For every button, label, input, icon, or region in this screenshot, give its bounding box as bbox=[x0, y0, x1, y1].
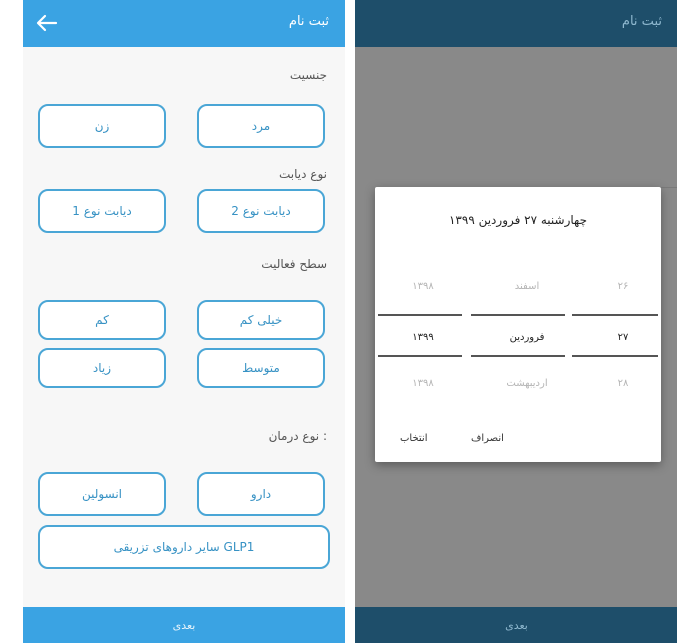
next-button[interactable]: بعدی bbox=[355, 607, 677, 643]
cancel-button[interactable]: انصراف bbox=[471, 433, 504, 444]
registration-screen: ثبت نام جنسیت مرد زن نوع دیابت دیابت نوع… bbox=[23, 0, 345, 643]
year-cell-selected[interactable]: ۱۳۹۹ bbox=[393, 332, 453, 343]
gender-female-button[interactable]: زن bbox=[38, 104, 166, 148]
date-picker-dialog: چهارشنبه ۲۷ فروردین ۱۳۹۹ ۲۶ اسفند ۱۳۹۸ ۲… bbox=[375, 187, 661, 462]
gender-male-button[interactable]: مرد bbox=[197, 104, 325, 148]
day-selection-line bbox=[572, 314, 658, 316]
treatment-medicine-button[interactable]: دارو bbox=[197, 472, 325, 516]
activity-medium-button[interactable]: متوسط bbox=[197, 348, 325, 388]
diabetes-type-1-button[interactable]: دیابت نوع 1 bbox=[38, 189, 166, 233]
activity-very-low-button[interactable]: خیلی کم bbox=[197, 300, 325, 340]
activity-level-label: سطح فعالیت bbox=[261, 257, 327, 271]
month-cell[interactable]: اسفند bbox=[497, 281, 557, 292]
next-button[interactable]: بعدی bbox=[23, 607, 345, 643]
activity-high-button[interactable]: زیاد bbox=[38, 348, 166, 388]
activity-low-button[interactable]: کم bbox=[38, 300, 166, 340]
gender-label: جنسیت bbox=[289, 68, 327, 82]
diabetes-type-2-button[interactable]: دیابت نوع 2 bbox=[197, 189, 325, 233]
day-cell[interactable]: ۲۸ bbox=[593, 378, 653, 389]
page-title: ثبت نام bbox=[288, 14, 329, 29]
dialog-title: چهارشنبه ۲۷ فروردین ۱۳۹۹ bbox=[448, 213, 588, 227]
year-cell[interactable]: ۱۳۹۸ bbox=[393, 281, 453, 292]
treatment-type-label: نوع درمان : bbox=[268, 429, 327, 443]
page-title: ثبت نام bbox=[621, 14, 662, 29]
treatment-insulin-button[interactable]: انسولین bbox=[38, 472, 166, 516]
month-selection-line bbox=[471, 355, 565, 357]
treatment-glp1-button[interactable]: سایر داروهای تزریقی GLP1 bbox=[38, 525, 330, 569]
arrow-left-icon[interactable] bbox=[34, 10, 60, 36]
app-bar: ثبت نام bbox=[355, 0, 677, 47]
year-selection-line bbox=[378, 314, 462, 316]
year-selection-line bbox=[378, 355, 462, 357]
year-cell[interactable]: ۱۳۹۸ bbox=[393, 378, 453, 389]
day-cell[interactable]: ۲۶ bbox=[593, 281, 653, 292]
select-button[interactable]: انتخاب bbox=[400, 433, 428, 444]
app-bar: ثبت نام bbox=[23, 0, 345, 47]
month-cell[interactable]: اردیبهشت bbox=[497, 378, 557, 389]
month-selection-line bbox=[471, 314, 565, 316]
day-selection-line bbox=[572, 355, 658, 357]
day-cell-selected[interactable]: ۲۷ bbox=[593, 332, 653, 343]
month-cell-selected[interactable]: فروردین bbox=[497, 332, 557, 343]
registration-screen-date-picker: ثبت نام چهارشنبه ۲۷ فروردین ۱۳۹۹ ۲۶ اسفن… bbox=[355, 0, 677, 643]
diabetes-type-label: نوع دیابت bbox=[279, 167, 327, 181]
